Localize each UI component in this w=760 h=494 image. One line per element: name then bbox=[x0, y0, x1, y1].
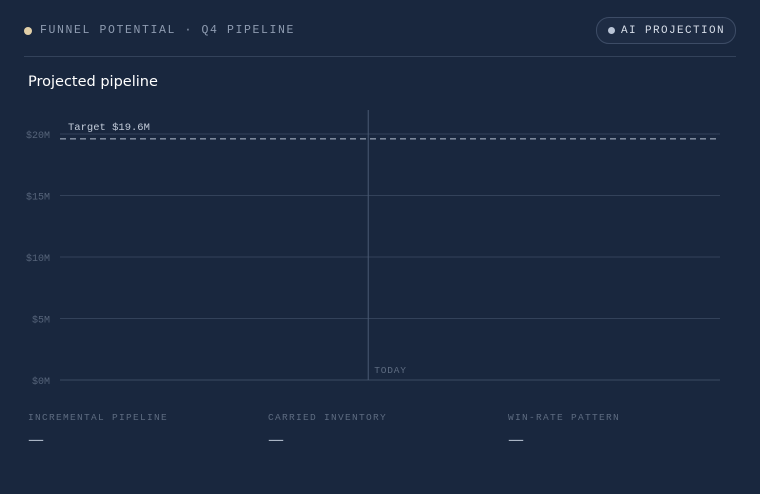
today-label: TODAY bbox=[374, 365, 407, 376]
metric-incremental-pipeline: INCREMENTAL PIPELINE — bbox=[28, 412, 268, 449]
y-axis-ticks: $0M $5M $10M $15M $20M bbox=[26, 130, 50, 388]
metric-value: — bbox=[508, 430, 524, 449]
metrics-row: INCREMENTAL PIPELINE — CARRIED INVENTORY… bbox=[28, 412, 748, 449]
y-tick-label: $0M bbox=[32, 376, 50, 388]
metric-label: CARRIED INVENTORY bbox=[268, 412, 388, 423]
metric-label: INCREMENTAL PIPELINE bbox=[28, 412, 169, 423]
gridlines bbox=[60, 133, 720, 381]
y-tick-label: $15M bbox=[26, 192, 50, 204]
metric-value: — bbox=[268, 430, 284, 449]
metric-label: WIN-RATE PATTERN bbox=[508, 412, 621, 423]
y-tick-label: $20M bbox=[26, 130, 50, 142]
metric-carried-inventory: CARRIED INVENTORY — bbox=[268, 412, 508, 449]
target-label: Target $19.6M bbox=[68, 122, 150, 134]
y-tick-label: $10M bbox=[26, 253, 50, 265]
metric-value: — bbox=[28, 430, 44, 449]
metric-win-rate-pattern: WIN-RATE PATTERN — bbox=[508, 412, 748, 449]
reference-lines: Target $19.6M TODAY bbox=[60, 110, 716, 380]
y-tick-label: $5M bbox=[32, 315, 50, 327]
